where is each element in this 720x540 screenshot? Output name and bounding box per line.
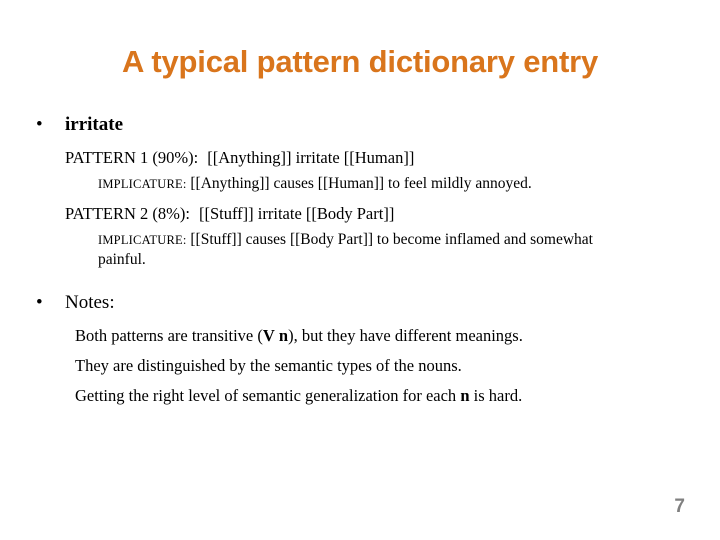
pattern-body: [[Stuff]] irritate [[Body Part]]	[198, 204, 395, 223]
note-line: They are distinguished by the semantic t…	[75, 346, 720, 376]
pattern-label: PATTERN 2 (8%):	[65, 204, 190, 223]
note-line: Both patterns are transitive (V n), but …	[75, 316, 720, 346]
note-text-bold-1: V	[262, 326, 275, 345]
headword-bullet-row: • irritate	[0, 112, 720, 138]
bullet-icon: •	[36, 292, 43, 313]
pattern-line: PATTERN 1 (90%): [[Anything]] irritate [[…	[65, 138, 720, 168]
notes-bullet-row: • Notes:	[0, 290, 720, 316]
page-number: 7	[674, 496, 685, 517]
note-text-pre: Getting the right level of semantic gene…	[75, 386, 461, 405]
implicature-label: IMPLICATURE:	[98, 177, 187, 191]
note-text-bold-2: n	[460, 386, 470, 405]
pattern-body: [[Anything]] irritate [[Human]]	[207, 148, 415, 167]
note-text-pre: They are distinguished by the semantic t…	[75, 356, 462, 375]
note-text-post: is hard.	[469, 386, 523, 405]
implicature-line: IMPLICATURE: [[Anything]] causes [[Human…	[98, 168, 628, 194]
implicature-line: IMPLICATURE: [[Stuff]] causes [[Body Par…	[98, 224, 628, 270]
note-line: Getting the right level of semantic gene…	[75, 376, 720, 406]
headword-label: irritate	[65, 114, 124, 135]
slide-body: • irritate PATTERN 1 (90%): [[Anything]] …	[0, 112, 720, 406]
pattern-line: PATTERN 2 (8%): [[Stuff]] irritate [[Body…	[65, 194, 720, 224]
pattern-label: PATTERN 1 (90%):	[65, 148, 199, 167]
note-text-pre: Both patterns are transitive (	[75, 326, 263, 345]
implicature-label: IMPLICATURE:	[98, 233, 187, 247]
implicature-body: [[Anything]] causes [[Human]] to feel mi…	[190, 175, 532, 192]
notes-heading: Notes:	[65, 292, 115, 313]
note-text-post: ), but they have different meanings.	[288, 326, 523, 345]
page-title: A typical pattern dictionary entry	[121, 44, 599, 79]
slide: A typical pattern dictionary entry • irr…	[0, 0, 720, 540]
bullet-icon: •	[36, 114, 43, 135]
note-text-bold-2: n	[278, 326, 289, 345]
